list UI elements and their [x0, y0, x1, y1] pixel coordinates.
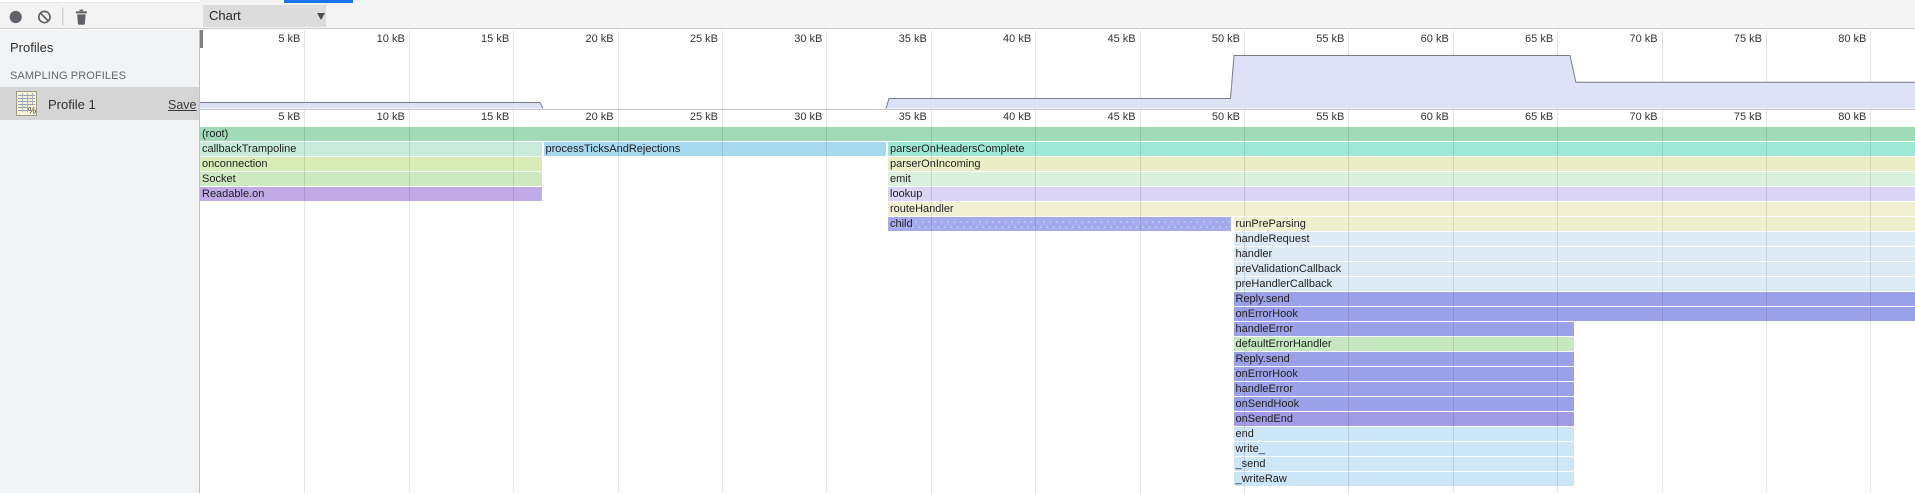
svg-text:%: %: [28, 106, 36, 116]
